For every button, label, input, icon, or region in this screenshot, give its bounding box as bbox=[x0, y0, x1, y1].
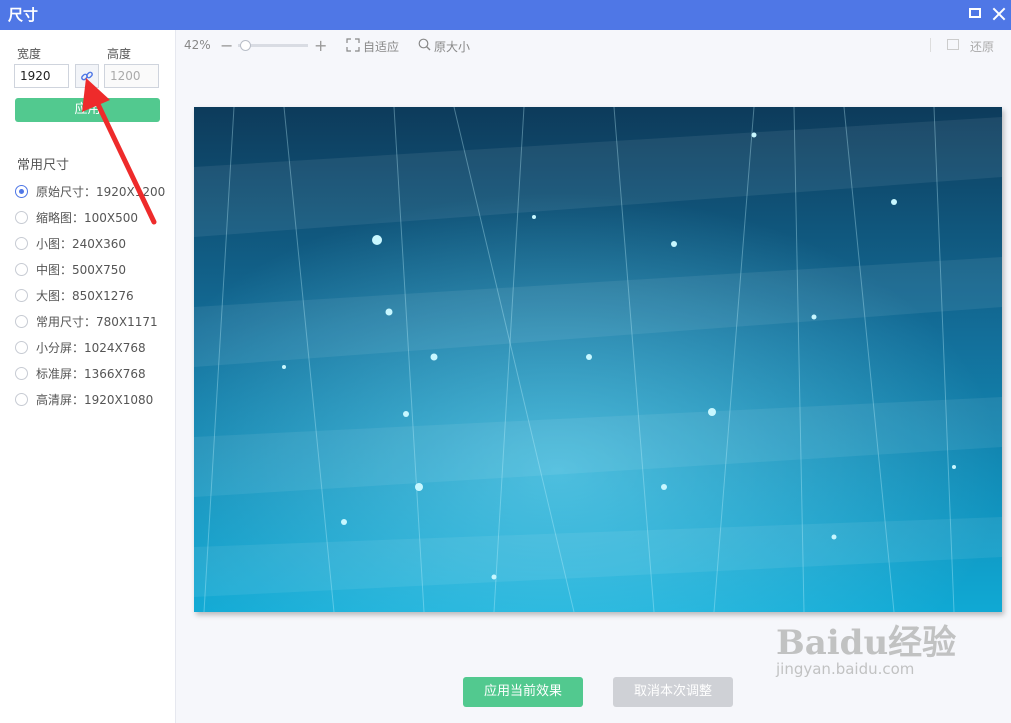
zoom-out-button[interactable]: − bbox=[220, 36, 233, 55]
radio-icon bbox=[15, 262, 28, 276]
zoom-slider-handle[interactable] bbox=[240, 40, 251, 51]
image-preview bbox=[194, 107, 1002, 612]
radio-icon bbox=[15, 366, 28, 380]
size-option[interactable]: 高清屏：1920X1080 bbox=[15, 386, 165, 412]
radio-icon bbox=[15, 288, 28, 302]
cancel-adjust-button[interactable]: 取消本次调整 bbox=[613, 677, 733, 707]
radio-icon bbox=[15, 314, 28, 328]
original-size-button[interactable]: 原大小 bbox=[434, 38, 470, 55]
size-option[interactable]: 小分屏：1024X768 bbox=[15, 334, 165, 360]
restore-icon[interactable] bbox=[947, 39, 959, 50]
annotation-arrow-icon bbox=[82, 78, 157, 225]
restore-button[interactable]: 还原 bbox=[970, 38, 994, 55]
watermark-brand: Baidu经验 bbox=[776, 623, 957, 663]
fit-button[interactable]: 自适应 bbox=[363, 38, 399, 55]
size-option[interactable]: 常用尺寸：780X1171 bbox=[15, 308, 165, 334]
fit-icon[interactable] bbox=[346, 38, 360, 55]
apply-current-button[interactable]: 应用当前效果 bbox=[463, 677, 583, 707]
magnify-icon[interactable] bbox=[418, 38, 431, 54]
close-icon[interactable] bbox=[990, 5, 1008, 23]
watermark-logo: Baidu经验 jingyan.baidu.com bbox=[776, 615, 956, 678]
toolbar-divider bbox=[930, 38, 931, 52]
size-option[interactable]: 标准屏：1366X768 bbox=[15, 360, 165, 386]
preview-image bbox=[194, 107, 1002, 612]
size-option[interactable]: 中图：500X750 bbox=[15, 256, 165, 282]
maximize-icon[interactable] bbox=[967, 5, 985, 23]
zoom-level: 42% bbox=[184, 38, 211, 52]
radio-icon bbox=[15, 392, 28, 406]
zoom-in-button[interactable]: + bbox=[314, 36, 327, 55]
size-option[interactable]: 大图：850X1276 bbox=[15, 282, 165, 308]
radio-icon bbox=[15, 340, 28, 354]
